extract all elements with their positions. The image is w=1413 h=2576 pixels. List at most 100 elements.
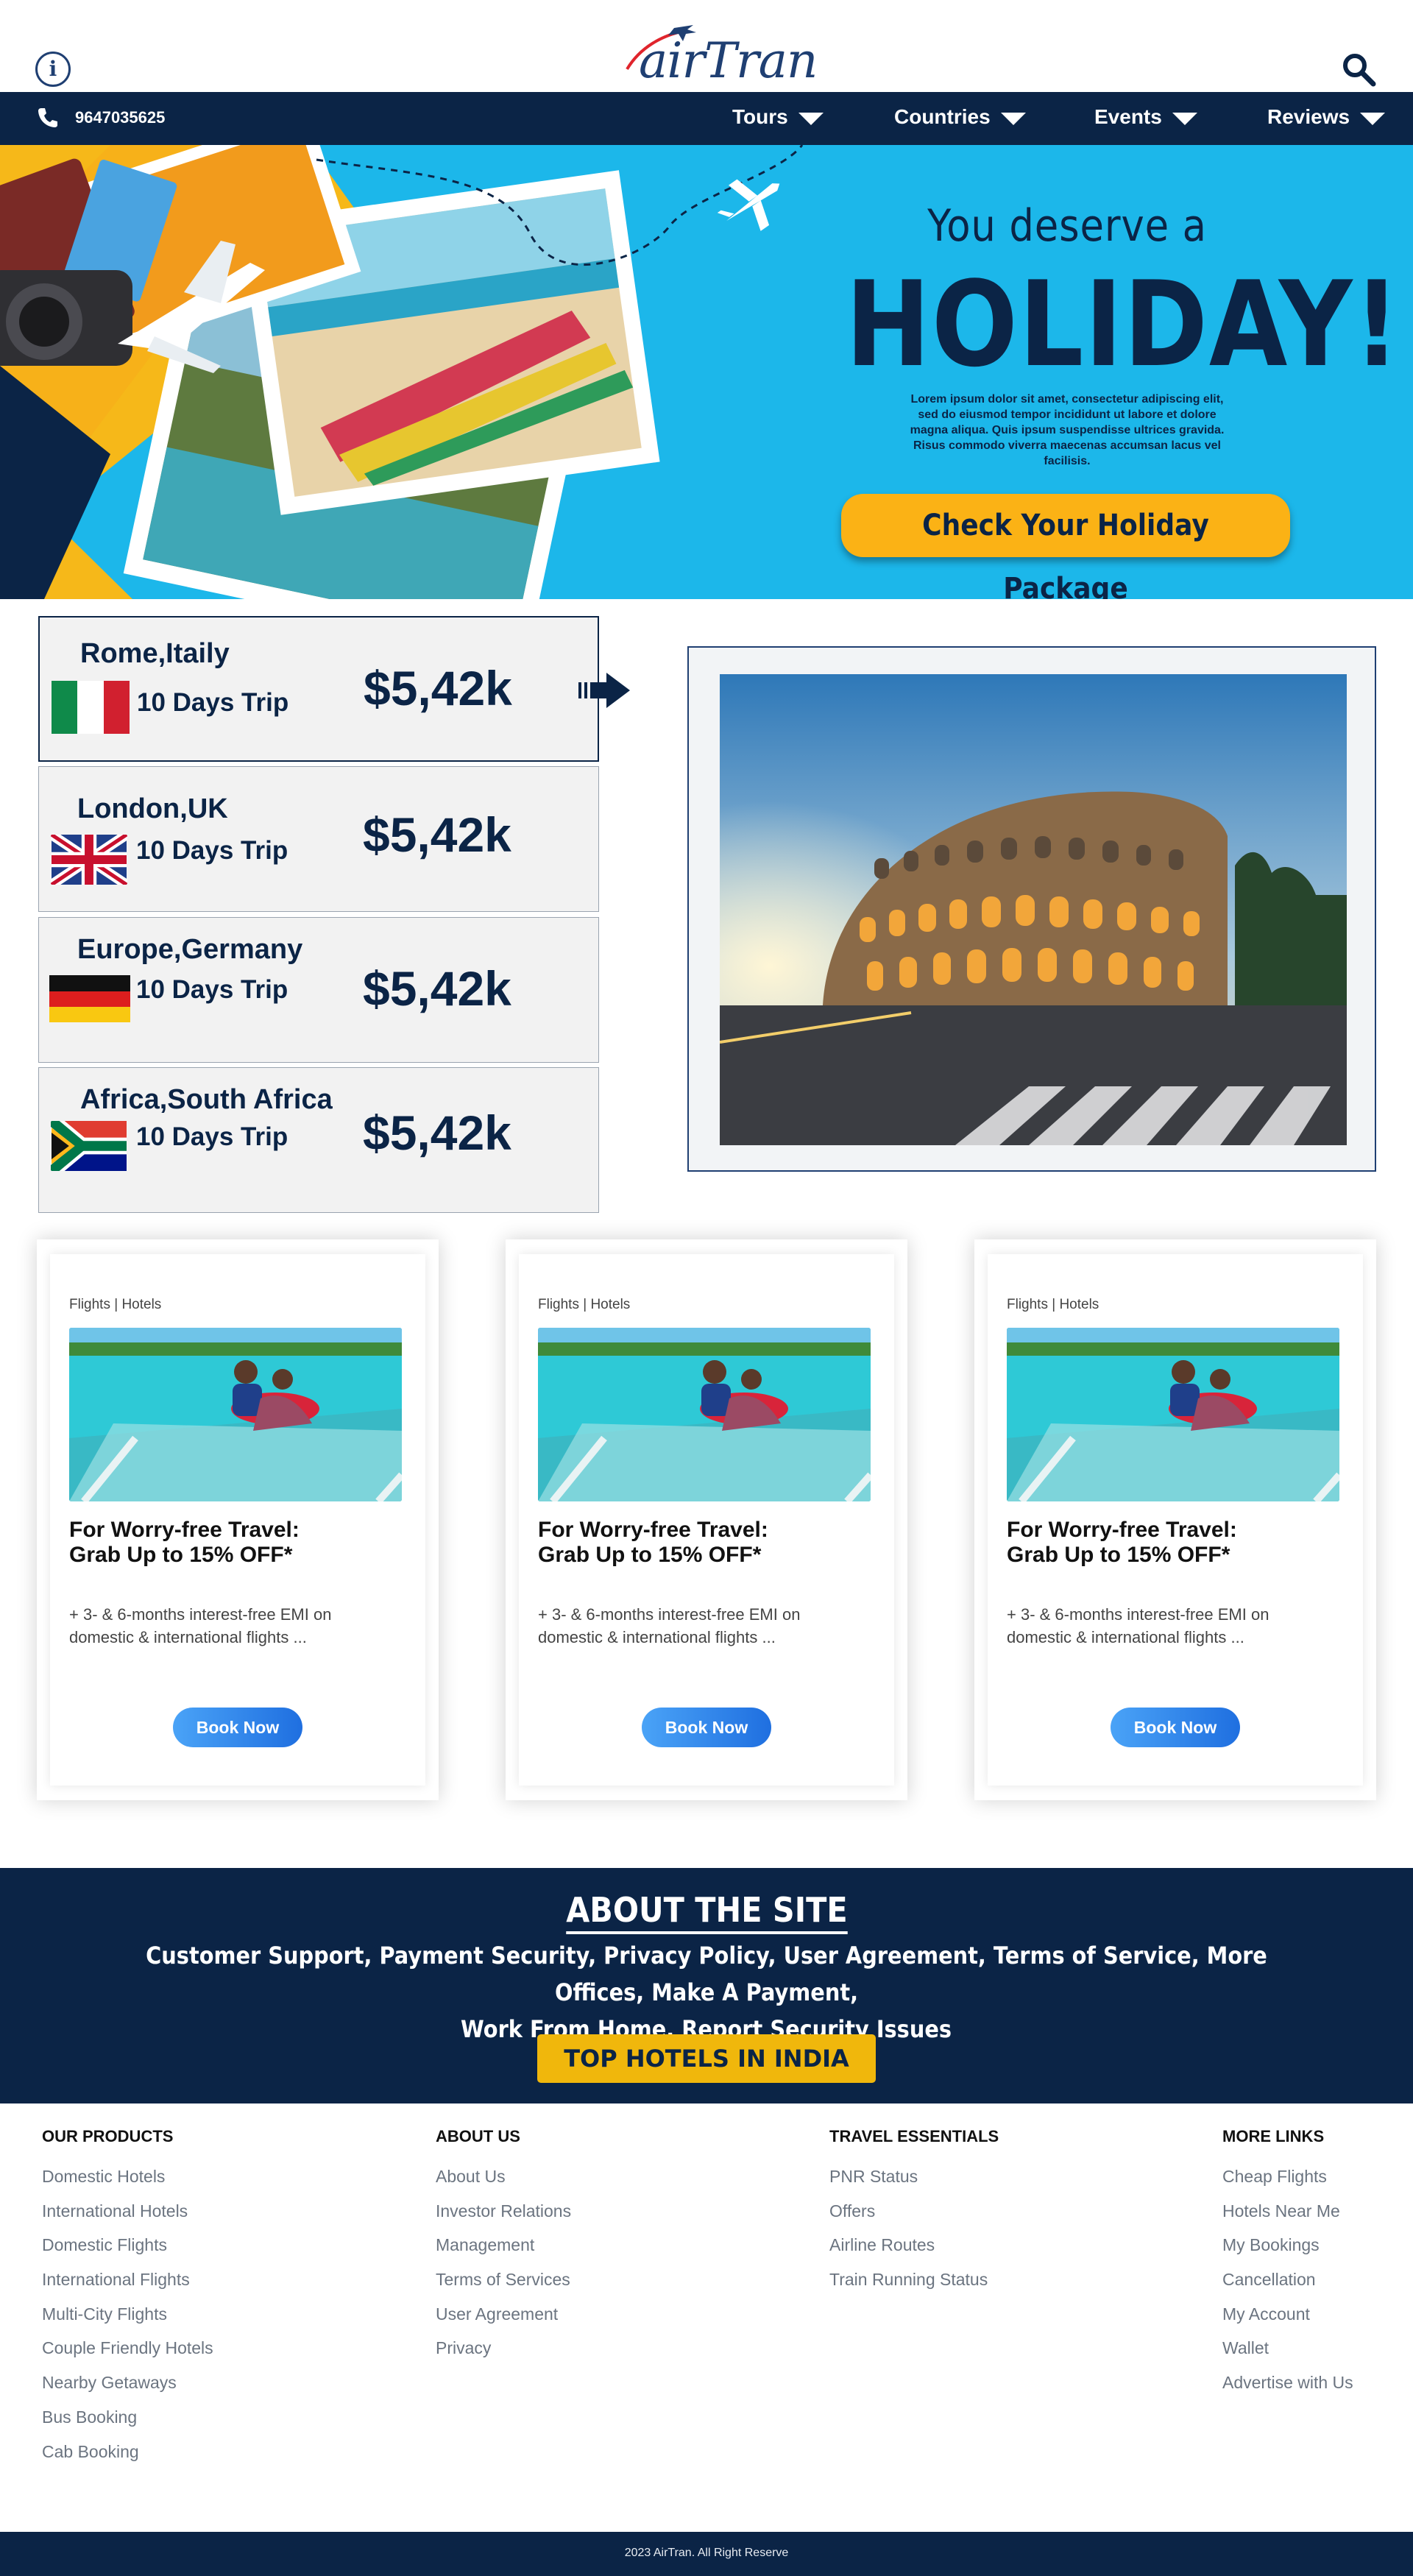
destination-city: London,UK — [77, 793, 228, 824]
destination-trip: 10 Days Trip — [137, 688, 289, 717]
offer-card-body: Flights | Hotels For Worry-free Travel: … — [988, 1254, 1363, 1786]
hero-cta-label: Check Your Holiday Package — [922, 509, 1209, 599]
italy-flag-icon — [52, 681, 130, 734]
destination-card-south-africa[interactable]: Africa,South Africa 10 Days Trip $5,42k — [38, 1067, 599, 1213]
footer-link[interactable]: Cheap Flights — [1222, 2167, 1353, 2201]
about-links-line1[interactable]: Customer Support, Payment Security, Priv… — [110, 1937, 1303, 2011]
colosseum-image — [720, 674, 1347, 1145]
chevron-down-icon — [798, 112, 824, 125]
offer-title: For Worry-free Travel: Grab Up to 15% OF… — [69, 1518, 300, 1567]
footer-link[interactable]: PNR Status — [829, 2167, 999, 2201]
offer-title: For Worry-free Travel: Grab Up to 15% OF… — [1007, 1518, 1237, 1567]
about-the-site-section: ABOUT THE SITE Customer Support, Payment… — [0, 1868, 1413, 2103]
about-links[interactable]: Customer Support, Payment Security, Priv… — [44, 1937, 1369, 2048]
footer-link[interactable]: Cab Booking — [42, 2442, 213, 2477]
offer-title: For Worry-free Travel: Grab Up to 15% OF… — [538, 1518, 768, 1567]
germany-flag-icon — [49, 975, 130, 1022]
destination-card-rome[interactable]: Rome,Itaily 10 Days Trip $5,42k — [38, 616, 599, 762]
south-africa-flag-icon — [51, 1121, 127, 1171]
book-now-button[interactable]: Book Now — [1111, 1708, 1240, 1747]
destination-price: $5,42k — [363, 961, 511, 1016]
phone-number: 9647035625 — [75, 108, 166, 127]
logo-text: airTran — [639, 32, 818, 89]
footer-link[interactable]: About Us — [436, 2167, 571, 2201]
offer-tag: Flights | Hotels — [538, 1297, 631, 1312]
search-icon[interactable] — [1341, 52, 1376, 87]
footer-link[interactable]: Management — [436, 2235, 571, 2270]
footer-link[interactable]: Domestic Flights — [42, 2235, 213, 2270]
nav-tours-label: Tours — [732, 105, 788, 128]
offer-card: Flights | Hotels For Worry-free Travel: … — [506, 1239, 907, 1800]
footer-link[interactable]: International Flights — [42, 2270, 213, 2304]
footer-link[interactable]: Offers — [829, 2201, 999, 2236]
footer-link[interactable]: User Agreement — [436, 2304, 571, 2339]
nav-reviews[interactable]: Reviews — [1267, 105, 1386, 129]
book-now-button[interactable]: Book Now — [642, 1708, 771, 1747]
offer-description: + 3- & 6-months interest-free EMI on dom… — [1007, 1605, 1269, 1646]
info-icon[interactable]: i — [35, 52, 71, 87]
destination-trip: 10 Days Trip — [136, 836, 288, 865]
destination-price: $5,42k — [364, 661, 512, 715]
nav-countries[interactable]: Countries — [894, 105, 1026, 129]
offer-card: Flights | Hotels For Worry-free Travel: … — [37, 1239, 439, 1800]
offer-card-body: Flights | Hotels For Worry-free Travel: … — [50, 1254, 425, 1786]
footer-column-travel-essentials: TRAVEL ESSENTIALS PNR Status Offers Airl… — [829, 2127, 999, 2304]
arrow-right-icon — [578, 673, 630, 708]
footer-link[interactable]: Advertise with Us — [1222, 2373, 1353, 2407]
footer-link[interactable]: Multi-City Flights — [42, 2304, 213, 2339]
footer-link[interactable]: Privacy — [436, 2338, 571, 2373]
footer-link[interactable]: Domestic Hotels — [42, 2167, 213, 2201]
hero-banner: You deserve a HOLIDAY! Lorem ipsum dolor… — [0, 145, 1413, 599]
chevron-down-icon — [1360, 112, 1386, 125]
footer-heading: OUR PRODUCTS — [42, 2127, 174, 2145]
destination-price: $5,42k — [363, 1105, 511, 1160]
footer-link[interactable]: Couple Friendly Hotels — [42, 2338, 213, 2373]
destination-city: Europe,Germany — [77, 934, 303, 965]
offer-description: + 3- & 6-months interest-free EMI on dom… — [69, 1605, 332, 1646]
nav-tours[interactable]: Tours — [732, 105, 824, 129]
hero-subtitle: You deserve a — [927, 200, 1207, 252]
about-title: ABOUT THE SITE — [0, 1890, 1413, 1934]
hero-description: Lorem ipsum dolor sit amet, consectetur … — [910, 393, 1225, 467]
destination-card-germany[interactable]: Europe,Germany 10 Days Trip $5,42k — [38, 917, 599, 1063]
footer-link[interactable]: Investor Relations — [436, 2201, 571, 2236]
footer-link[interactable]: Wallet — [1222, 2338, 1353, 2373]
book-now-button[interactable]: Book Now — [173, 1708, 302, 1747]
airtran-logo[interactable]: airTran — [603, 21, 818, 91]
footer-link[interactable]: Terms of Services — [436, 2270, 571, 2304]
destination-city: Africa,South Africa — [80, 1084, 333, 1115]
chevron-down-icon — [1000, 112, 1026, 125]
footer-heading: ABOUT US — [436, 2127, 520, 2145]
footer-link[interactable]: My Account — [1222, 2304, 1353, 2339]
destination-card-london[interactable]: London,UK 10 Days Trip $5,42k — [38, 766, 599, 912]
phone-contact[interactable]: 9647035625 — [37, 107, 165, 129]
footer-link[interactable]: Train Running Status — [829, 2270, 999, 2304]
destination-price: $5,42k — [363, 807, 511, 862]
top-hotels-india-button[interactable]: TOP HOTELS IN INDIA — [537, 2034, 876, 2083]
travel-collage-image — [0, 145, 804, 599]
footer-heading: MORE LINKS — [1222, 2127, 1325, 2145]
about-title-text: ABOUT THE SITE — [565, 1890, 848, 1934]
footer-link[interactable]: Hotels Near Me — [1222, 2201, 1353, 2236]
nav-bar: 9647035625 Tours Countries Events Review… — [0, 92, 1413, 145]
nav-events[interactable]: Events — [1094, 105, 1197, 129]
nav-events-label: Events — [1094, 105, 1162, 128]
check-holiday-package-button[interactable]: Check Your Holiday Package — [841, 494, 1290, 599]
offer-card-body: Flights | Hotels For Worry-free Travel: … — [519, 1254, 894, 1786]
footer-column-about-us: ABOUT US About Us Investor Relations Man… — [436, 2127, 571, 2373]
couple-beach-image — [1007, 1328, 1339, 1501]
footer-link[interactable]: Bus Booking — [42, 2407, 213, 2442]
footer-heading: TRAVEL ESSENTIALS — [829, 2127, 999, 2145]
hero-title: HOLIDAY! — [846, 255, 1401, 393]
destination-photo-frame — [687, 646, 1376, 1172]
footer-link[interactable]: Nearby Getaways — [42, 2373, 213, 2407]
phone-icon — [38, 108, 57, 127]
uk-flag-icon — [51, 835, 127, 885]
footer-link[interactable]: International Hotels — [42, 2201, 213, 2236]
footer-link[interactable]: My Bookings — [1222, 2235, 1353, 2270]
footer-link[interactable]: Airline Routes — [829, 2235, 999, 2270]
offer-card: Flights | Hotels For Worry-free Travel: … — [974, 1239, 1376, 1800]
footer-link[interactable]: Cancellation — [1222, 2270, 1353, 2304]
destination-trip: 10 Days Trip — [136, 1122, 288, 1151]
offer-description: + 3- & 6-months interest-free EMI on dom… — [538, 1605, 801, 1646]
